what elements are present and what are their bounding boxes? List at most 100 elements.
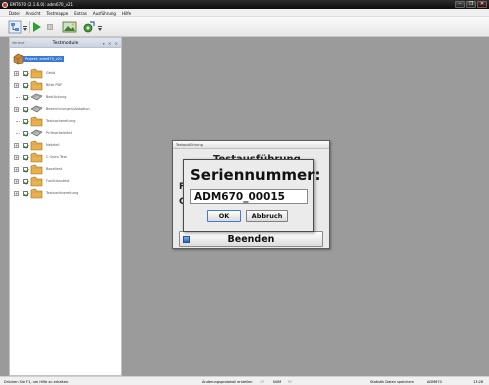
tree-connector [16,121,20,122]
tree-item[interactable]: + Funktionstest [10,175,121,187]
tree-item-label: Netzteil [46,143,60,147]
module-folder-icon [30,176,43,187]
serial-number-title: Seriennummer: [190,166,321,184]
serial-number-value: ADM670_00015 [194,191,285,203]
status-statistics: Statistik Daten speichern [370,379,415,384]
menu-bar: Datei Ansicht Testmappe Extras Ausführun… [0,9,489,17]
tree-item[interactable]: + Netzteil [10,139,121,151]
item-checkbox[interactable] [23,131,28,136]
title-bar: EMT670 (2.1.6.0): adm670_v21 – ❐ ✕ [0,0,489,9]
tree-item-label: Bitte PDF [46,83,63,87]
tree-item[interactable]: Prüfvorbeleitet [10,127,121,139]
window-controls: – ❐ ✕ [455,1,487,8]
item-checkbox[interactable] [23,191,28,196]
menu-hilfe[interactable]: Hilfe [119,9,134,16]
module-folder-icon [30,188,43,199]
panel-header: Verlauf Testmodule ▾ ✕ ✕ [10,38,121,48]
tree-item[interactable]: + Bezeichnungen/Adaption [10,103,121,115]
item-checkbox[interactable] [23,119,28,124]
close-button[interactable]: ✕ [477,1,487,8]
menu-ausfuehrung[interactable]: Ausführung [90,9,119,16]
serial-number-input[interactable]: ADM670_00015 [190,189,308,204]
tree-item-label: Baseltest [46,167,63,171]
menu-testmappe[interactable]: Testmappe [43,9,71,16]
expand-toggle[interactable]: + [14,155,19,160]
expand-toggle[interactable]: + [14,179,19,184]
tree-item-label: C Open Test [46,155,67,159]
status-protocol: Änderungsprotokoll erstellen [202,379,253,384]
menu-datei[interactable]: Datei [6,9,23,16]
expand-toggle[interactable]: + [14,191,19,196]
expand-toggle[interactable]: + [14,107,19,112]
testmodule-panel: Verlauf Testmodule ▾ ✕ ✕ Projekt: adm670… [9,37,122,376]
module-folder-icon [30,152,43,163]
minimize-button[interactable]: – [455,1,465,8]
expand-toggle[interactable]: + [14,71,19,76]
test-step-icon [30,129,43,137]
stop-icon[interactable] [47,24,53,30]
tree-item[interactable]: + Testnachbereitung [10,187,121,199]
project-node[interactable]: Projekt: adm670_v21 [10,53,121,65]
hierarchy-icon[interactable] [8,20,22,34]
toolbar-separator [29,21,30,33]
status-scroll: RF [288,379,293,384]
test-step-icon [30,105,43,113]
tree-item-label: Funktionstest [46,179,70,183]
maximize-button[interactable]: ❐ [466,1,476,8]
tree-item-label: Prüfvorbeleitet [46,131,72,135]
item-checkbox[interactable] [23,179,28,184]
status-device: ADM670 [427,379,442,384]
tree-item[interactable]: + Bitte PDF [10,79,121,91]
test-step-icon [30,93,43,101]
tree-item-label: Bestückung [46,95,67,99]
menu-extras[interactable]: Extras [71,9,90,16]
item-checkbox[interactable] [23,107,28,112]
panel-controls[interactable]: ▾ ✕ ✕ [103,41,119,46]
module-folder-icon [30,140,43,151]
tree-item[interactable]: Testvorbereitung [10,115,121,127]
module-folder-icon [30,164,43,175]
item-checkbox[interactable] [23,155,28,160]
cancel-button[interactable]: Abbruch [246,210,288,222]
item-checkbox[interactable] [23,167,28,172]
tree-item-label: Testnachbereitung [46,191,79,195]
tree-item-label: Gehä [46,71,56,75]
dialog-title: Testausführung [176,143,203,147]
expand-toggle[interactable]: + [14,167,19,172]
project-label: Projekt: adm670_v21 [23,56,65,62]
expand-toggle[interactable]: + [14,143,19,148]
menu-ansicht[interactable]: Ansicht [23,9,44,16]
tree-item[interactable]: Bestückung [10,91,121,103]
tree-item[interactable]: + C Open Test [10,151,121,163]
serial-number-dialog: Seriennummer: ADM670_00015 OK Abbruch [183,159,321,232]
dropdown-arrow-icon[interactable] [23,26,27,32]
status-help-text: Drücken Sie F1, um Hilfe zu erhalten. [4,379,70,384]
end-button[interactable]: Beenden [179,231,323,247]
settings-icon[interactable] [82,20,96,34]
tree-item[interactable]: + Gehä [10,67,121,79]
ok-button[interactable]: OK [207,210,241,222]
item-checkbox[interactable] [23,71,28,76]
play-icon[interactable] [33,22,41,32]
tree-connector [16,133,20,134]
dialog-title-bar: Testausführung [173,141,329,149]
tree-item-label: Bezeichnungen/Adaption [46,107,90,111]
dropdown-arrow-icon[interactable] [98,26,102,32]
expand-toggle[interactable]: + [14,83,19,88]
tree-item-label: Testvorbereitung [46,119,76,123]
item-checkbox[interactable] [23,95,28,100]
image-icon[interactable] [62,20,77,34]
item-checkbox[interactable] [23,143,28,148]
module-folder-icon [30,116,43,127]
toolbar [0,17,489,37]
tree-connector [16,97,20,98]
item-checkbox[interactable] [23,83,28,88]
window-title: EMT670 (2.1.6.0): adm670_v21 [10,2,74,7]
end-button-label: Beenden [227,234,275,245]
app-icon [2,1,8,8]
status-clock: 13:28 [473,379,484,384]
status-num: NUM [273,379,282,384]
status-bar: Drücken Sie F1, um Hilfe zu erhalten. Än… [0,376,489,385]
status-caps: UF [260,379,265,384]
tree-item[interactable]: + Baseltest [10,163,121,175]
